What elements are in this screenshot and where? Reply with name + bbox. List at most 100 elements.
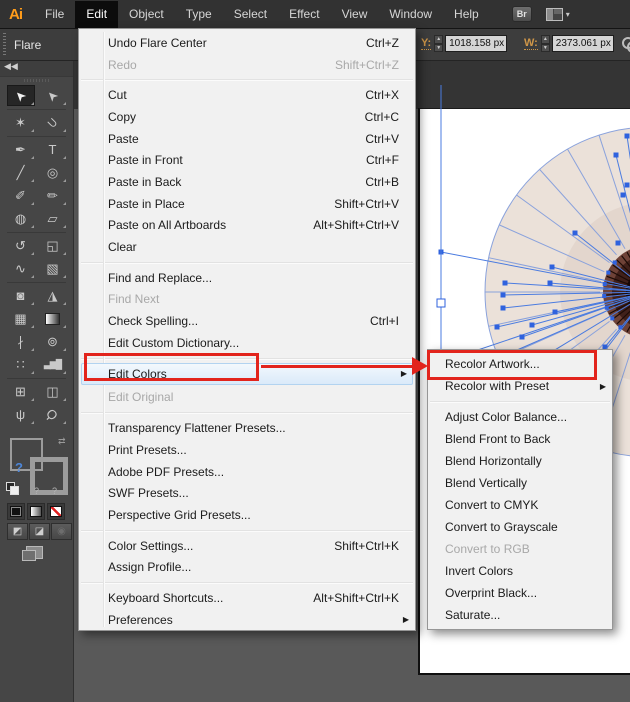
menu-effect[interactable]: Effect — [278, 1, 330, 28]
panel-collapse-button[interactable]: ◀◀ — [0, 60, 73, 77]
hand-tool[interactable]: ψ — [7, 404, 35, 425]
zoom-tool[interactable]: Ϙ — [39, 404, 67, 425]
type-tool[interactable]: T — [39, 139, 67, 160]
mesh-tool[interactable]: ▦ — [7, 308, 35, 329]
menu-item-blend-vertically[interactable]: Blend Vertically — [428, 472, 612, 494]
menu-item-check-spelling[interactable]: Check Spelling...Ctrl+I — [79, 310, 415, 332]
more-tools-corner-icon — [31, 302, 34, 305]
blend-tool[interactable]: ⊚ — [39, 331, 67, 352]
fill-stroke-indicator[interactable]: ? ? ? ⇄ — [6, 436, 68, 498]
magic-wand-tool-icon: ✶ — [15, 115, 26, 131]
panel-drag-grip[interactable] — [0, 77, 73, 84]
rotate-tool[interactable]: ↺ — [7, 235, 35, 256]
default-fill-stroke-icon[interactable] — [6, 482, 15, 491]
lasso-tool[interactable]: ⊃ — [39, 112, 67, 133]
menu-item-clear[interactable]: Clear — [79, 236, 415, 258]
menu-item-blend-front-to-back[interactable]: Blend Front to Back — [428, 428, 612, 450]
draw-behind-button[interactable]: ◪ — [29, 523, 50, 540]
menu-item-keyboard-shortcuts[interactable]: Keyboard Shortcuts...Alt+Shift+Ctrl+K — [79, 587, 415, 609]
menu-edit[interactable]: Edit — [75, 1, 118, 28]
pen-tool[interactable]: ✒ — [7, 139, 35, 160]
column-graph-tool[interactable]: ▃▆█ — [39, 354, 67, 375]
menu-select[interactable]: Select — [223, 1, 278, 28]
menu-item-paste[interactable]: PasteCtrl+V — [79, 128, 415, 150]
y-input[interactable]: 1018.158 px — [445, 35, 507, 52]
menu-item-paste-in-front[interactable]: Paste in FrontCtrl+F — [79, 149, 415, 171]
menu-item-paste-on-all-artboards[interactable]: Paste on All ArtboardsAlt+Shift+Ctrl+V — [79, 215, 415, 237]
menu-item-overprint-black[interactable]: Overprint Black... — [428, 582, 612, 604]
gradient-tool[interactable] — [39, 308, 67, 329]
panel-grip-icon[interactable] — [3, 33, 6, 55]
menu-item-convert-to-grayscale[interactable]: Convert to Grayscale — [428, 516, 612, 538]
menu-item-paste-in-back[interactable]: Paste in BackCtrl+B — [79, 171, 415, 193]
annotation-arrow-line — [261, 365, 413, 368]
none-button[interactable] — [47, 503, 65, 520]
paintbrush-tool[interactable]: ✐ — [7, 185, 35, 206]
gradient-button[interactable] — [27, 503, 45, 520]
eraser-tool[interactable]: ▱ — [39, 208, 67, 229]
menu-window[interactable]: Window — [378, 1, 443, 28]
menu-item-adjust-color-balance[interactable]: Adjust Color Balance... — [428, 406, 612, 428]
menu-item-assign-profile[interactable]: Assign Profile... — [79, 556, 415, 578]
free-transform-tool[interactable]: ▧ — [39, 258, 67, 279]
menu-file[interactable]: File — [34, 1, 75, 28]
menu-item-find-and-replace[interactable]: Find and Replace... — [79, 267, 415, 289]
width-tool-icon: ∿ — [15, 261, 26, 277]
menu-item-label: Transparency Flattener Presets... — [108, 421, 286, 435]
width-tool[interactable]: ∿ — [7, 258, 35, 279]
stepper[interactable]: ▲▼ — [541, 35, 550, 52]
direct-selection-tool[interactable]: ➤ — [39, 85, 67, 106]
menu-item-edit-custom-dictionary[interactable]: Edit Custom Dictionary... — [79, 332, 415, 354]
mesh-tool-icon: ▦ — [14, 311, 26, 327]
menu-item-label: Paste on All Artboards — [108, 218, 226, 232]
pencil-tool[interactable]: ✏ — [39, 185, 67, 206]
menu-item-adobe-pdf-presets[interactable]: Adobe PDF Presets... — [79, 461, 415, 483]
menu-divider — [81, 582, 413, 583]
pencil-tool-icon: ✏ — [47, 188, 58, 204]
slice-tool[interactable]: ◫ — [39, 381, 67, 402]
color-button[interactable] — [7, 503, 25, 520]
selection-tool[interactable]: ➤ — [7, 85, 35, 106]
swap-fill-stroke-icon[interactable]: ⇄ — [58, 436, 66, 447]
menu-item-swf-presets[interactable]: SWF Presets... — [79, 482, 415, 504]
stepper[interactable]: ▲▼ — [434, 35, 443, 52]
artboard-tool[interactable]: ⊞ — [7, 381, 35, 402]
shape-builder-tool[interactable]: ◙ — [7, 285, 35, 306]
menu-item-label: Cut — [108, 88, 127, 102]
magic-wand-tool[interactable]: ✶ — [7, 112, 35, 133]
line-segment-tool[interactable]: ╱ — [7, 162, 35, 183]
draw-inside-button[interactable]: ◉ — [51, 523, 72, 540]
w-input[interactable]: 2373.061 px — [552, 35, 614, 52]
bridge-button[interactable]: Br — [512, 6, 532, 22]
menu-help[interactable]: Help — [443, 1, 490, 28]
menu-item-transparency-flattener-presets[interactable]: Transparency Flattener Presets... — [79, 417, 415, 439]
menu-item-saturate[interactable]: Saturate... — [428, 604, 612, 626]
menu-item-paste-in-place[interactable]: Paste in PlaceShift+Ctrl+V — [79, 193, 415, 215]
workspace-switcher[interactable]: ▾ — [546, 8, 570, 21]
blob-brush-tool[interactable]: ◍ — [7, 208, 35, 229]
menu-item-convert-to-cmyk[interactable]: Convert to CMYK — [428, 494, 612, 516]
perspective-grid-tool[interactable]: ◮ — [39, 285, 67, 306]
width-field: W:▲▼2373.061 px — [524, 35, 614, 52]
menu-item-print-presets[interactable]: Print Presets... — [79, 439, 415, 461]
menu-item-blend-horizontally[interactable]: Blend Horizontally — [428, 450, 612, 472]
ellipse-tool[interactable]: ◎ — [39, 162, 67, 183]
menu-item-preferences[interactable]: Preferences▶ — [79, 609, 415, 631]
more-tools-corner-icon — [31, 129, 34, 132]
scale-tool[interactable]: ◱ — [39, 235, 67, 256]
menu-item-perspective-grid-presets[interactable]: Perspective Grid Presets... — [79, 504, 415, 526]
menu-item-color-settings[interactable]: Color Settings...Shift+Ctrl+K — [79, 535, 415, 557]
menu-item-undo-flare-center[interactable]: Undo Flare CenterCtrl+Z — [79, 32, 415, 54]
screen-mode-button[interactable] — [26, 546, 43, 559]
menu-object[interactable]: Object — [118, 1, 175, 28]
menu-view[interactable]: View — [331, 1, 379, 28]
menu-item-invert-colors[interactable]: Invert Colors — [428, 560, 612, 582]
menu-item-label: Convert to CMYK — [445, 498, 538, 512]
constrain-proportions-icon[interactable] — [622, 37, 630, 51]
eyedropper-tool[interactable]: ∤ — [7, 331, 35, 352]
menu-item-copy[interactable]: CopyCtrl+C — [79, 106, 415, 128]
menu-item-cut[interactable]: CutCtrl+X — [79, 84, 415, 106]
symbol-sprayer-tool[interactable]: ∷ — [7, 354, 35, 375]
draw-normal-button[interactable]: ◩ — [7, 523, 28, 540]
menu-type[interactable]: Type — [175, 1, 223, 28]
